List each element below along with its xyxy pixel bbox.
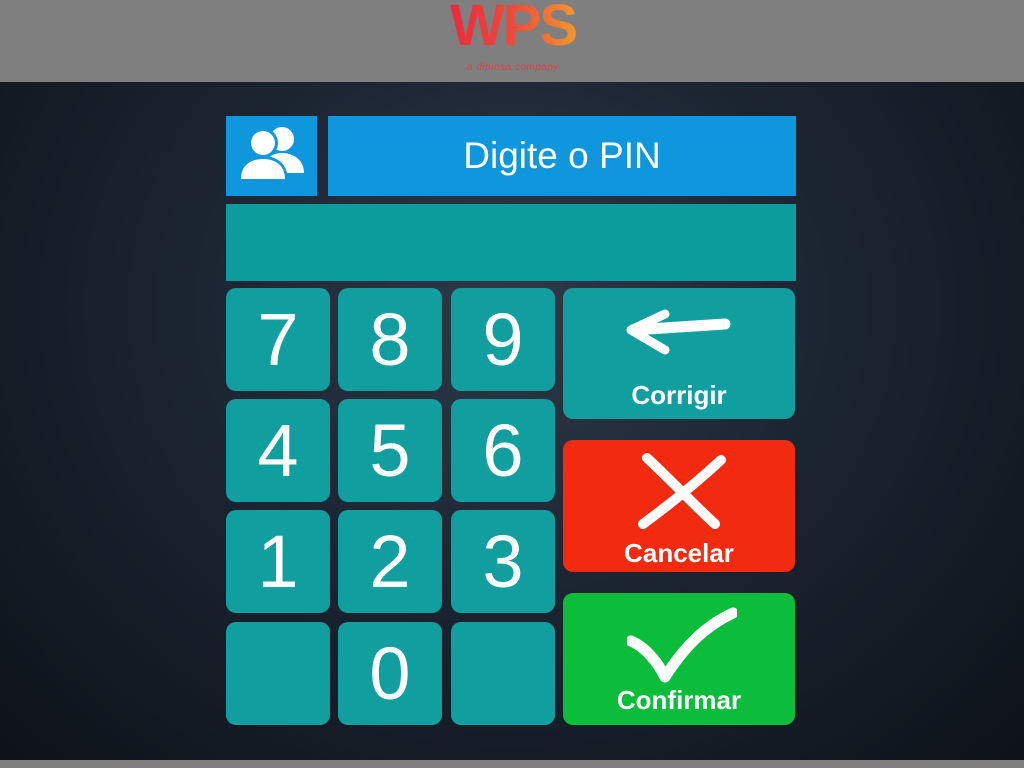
header-bar: WPS a dipinsa company <box>0 0 1024 82</box>
keypad-key-0[interactable]: 0 <box>338 622 442 725</box>
users-icon <box>236 123 308 190</box>
checkmark-icon <box>627 607 737 683</box>
pin-input[interactable] <box>226 204 796 281</box>
logo-tagline: a dipinsa company <box>467 62 559 73</box>
pin-title: Digite o PIN <box>328 116 796 196</box>
correct-label: Corrigir <box>631 380 727 410</box>
keypad-key-blank[interactable] <box>226 622 330 725</box>
keypad-key-2[interactable]: 2 <box>338 510 442 613</box>
keypad-key-5[interactable]: 5 <box>338 399 442 502</box>
close-icon <box>638 453 726 529</box>
keypad-key-9[interactable]: 9 <box>451 288 555 391</box>
cancel-button[interactable]: Cancelar <box>563 440 795 572</box>
confirm-label: Confirmar <box>616 685 742 715</box>
keypad-key-blank[interactable] <box>451 622 555 725</box>
keypad-key-7[interactable]: 7 <box>226 288 330 391</box>
logo-text: WPS <box>446 0 580 56</box>
keypad-key-8[interactable]: 8 <box>338 288 442 391</box>
keypad-key-3[interactable]: 3 <box>451 510 555 613</box>
arrow-left-icon <box>626 309 731 355</box>
correct-button[interactable]: Corrigir <box>563 288 795 419</box>
confirm-button[interactable]: Confirmar <box>563 593 795 725</box>
cancel-label: Cancelar <box>624 538 734 568</box>
bottom-bar <box>0 760 1024 768</box>
keypad-key-1[interactable]: 1 <box>226 510 330 613</box>
wps-logo: WPS a dipinsa company <box>446 0 580 78</box>
keypad-key-6[interactable]: 6 <box>451 399 555 502</box>
keypad-key-4[interactable]: 4 <box>226 399 330 502</box>
user-icon-box <box>226 116 317 196</box>
